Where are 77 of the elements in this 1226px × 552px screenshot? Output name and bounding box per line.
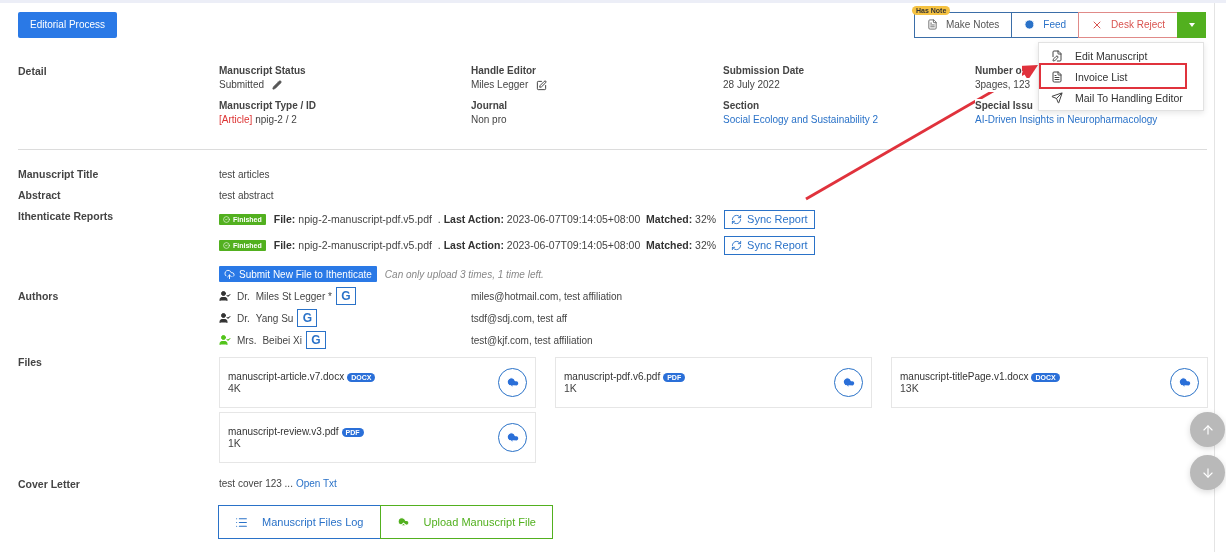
file-size: 13K xyxy=(900,382,920,394)
file-pen-icon xyxy=(1051,49,1063,62)
document-icon xyxy=(1051,70,1063,83)
list-icon xyxy=(235,515,248,529)
arrow-down-icon xyxy=(1200,465,1215,480)
menu-item[interactable]: Invoice List xyxy=(1039,66,1203,87)
author-contact: miles@hotmail.com, test affiliation xyxy=(471,290,624,302)
section-label: Detail xyxy=(18,64,48,79)
field-value: Non pro xyxy=(471,113,507,127)
section-label: Authors xyxy=(18,289,60,304)
open-txt-link[interactable]: Open Txt xyxy=(295,477,337,491)
file-size: 1K xyxy=(564,382,578,394)
feed-button[interactable]: Feed xyxy=(1011,11,1080,38)
section-label: Files xyxy=(18,355,43,370)
arrow-up-icon xyxy=(1200,422,1215,437)
title-value: test articles xyxy=(219,168,271,182)
file-size: 4K xyxy=(228,382,242,394)
field-value: 28 July 2022 xyxy=(723,78,780,92)
cloud-upload-icon xyxy=(224,268,235,280)
field-label: Special Issu xyxy=(975,99,1033,113)
section-label: Cover Letter xyxy=(18,477,81,491)
reject-button[interactable]: Desk Reject xyxy=(1078,11,1178,38)
refresh-icon xyxy=(731,213,743,225)
author-contact: test@kjf.com, test affiliation xyxy=(471,334,594,346)
section-label: Abstract xyxy=(18,188,62,203)
more-actions-button[interactable] xyxy=(1177,11,1206,38)
report-details: File: npig-2-manuscript-pdf.v5.pdf . Last Action: 2023-06-07T09:14:05+08:00 Matched: 32% xyxy=(273,213,717,225)
author-name: Beibei Xi xyxy=(262,334,302,346)
scholar-button[interactable]: G xyxy=(297,309,318,327)
author-name: Yang Su xyxy=(255,312,294,324)
author-title: Mrs. xyxy=(237,334,257,346)
report-details: File: npig-2-manuscript-pdf.v5.pdf . Last Action: 2023-06-07T09:14:05+08:00 Matched: 32% xyxy=(273,239,717,251)
cloud-upload-icon xyxy=(396,515,410,529)
sync-report-button[interactable]: Sync Report xyxy=(724,235,815,255)
pencil-icon[interactable] xyxy=(272,80,283,90)
scholar-button[interactable]: G xyxy=(335,287,356,305)
check-icon xyxy=(223,241,230,249)
upload-file-button[interactable]: Upload Manuscript File xyxy=(379,505,553,539)
note-icon xyxy=(926,19,938,30)
cloud-download-icon xyxy=(1177,375,1192,390)
editorial-process-button[interactable]: Editorial Process xyxy=(18,11,118,38)
field-link[interactable]: Social Ecology and Sustainability 2 xyxy=(723,113,879,127)
menu-item[interactable]: Mail To Handling Editor xyxy=(1039,87,1203,108)
abstract-value: test abstract xyxy=(219,189,275,203)
upload-note: Can only upload 3 times, 1 time left. xyxy=(384,268,544,280)
section-label: Ithenticate Reports xyxy=(18,209,115,224)
submit-file-button[interactable]: Submit New File to Ithenticate xyxy=(219,266,377,282)
download-button[interactable] xyxy=(498,423,527,452)
field-value: Miles Legger xyxy=(471,78,529,92)
field-value: 3pages, 123 xyxy=(975,78,1031,92)
cover-letter-text: test cover 123 ... xyxy=(219,477,293,491)
files-log-button[interactable]: Manuscript Files Log xyxy=(218,505,381,539)
field-link[interactable]: AI-Driven Insights in Neuropharmacology xyxy=(975,113,1158,127)
download-button[interactable] xyxy=(834,368,863,397)
cloud-download-icon xyxy=(505,375,520,390)
author-name: Miles St Legger * xyxy=(255,290,332,302)
author-title: Dr. xyxy=(237,312,250,324)
edit-icon[interactable] xyxy=(536,79,548,91)
scholar-button[interactable]: G xyxy=(305,331,326,349)
file-size: 1K xyxy=(228,437,242,449)
sync-report-button[interactable]: Sync Report xyxy=(724,209,815,229)
check-icon xyxy=(223,215,230,223)
author-contact: tsdf@sdj.com, test aff xyxy=(471,312,569,324)
cloud-download-icon xyxy=(841,375,856,390)
field-value: [Article] npig-2 / 2 xyxy=(219,113,297,127)
author-title: Dr. xyxy=(237,290,250,302)
field-label: Number o xyxy=(975,64,1022,78)
caret-icon xyxy=(1188,22,1195,27)
download-button[interactable] xyxy=(498,368,527,397)
download-button[interactable] xyxy=(1170,368,1199,397)
field-label: Manuscript Type / ID xyxy=(219,99,317,113)
field-label: Manuscript Status xyxy=(219,64,306,78)
menu-item[interactable]: Edit Manuscript xyxy=(1039,45,1203,66)
section-label: Manuscript Title xyxy=(18,167,100,182)
send-icon xyxy=(1051,91,1063,104)
cloud-download-icon xyxy=(505,430,520,445)
refresh-icon xyxy=(731,239,743,251)
